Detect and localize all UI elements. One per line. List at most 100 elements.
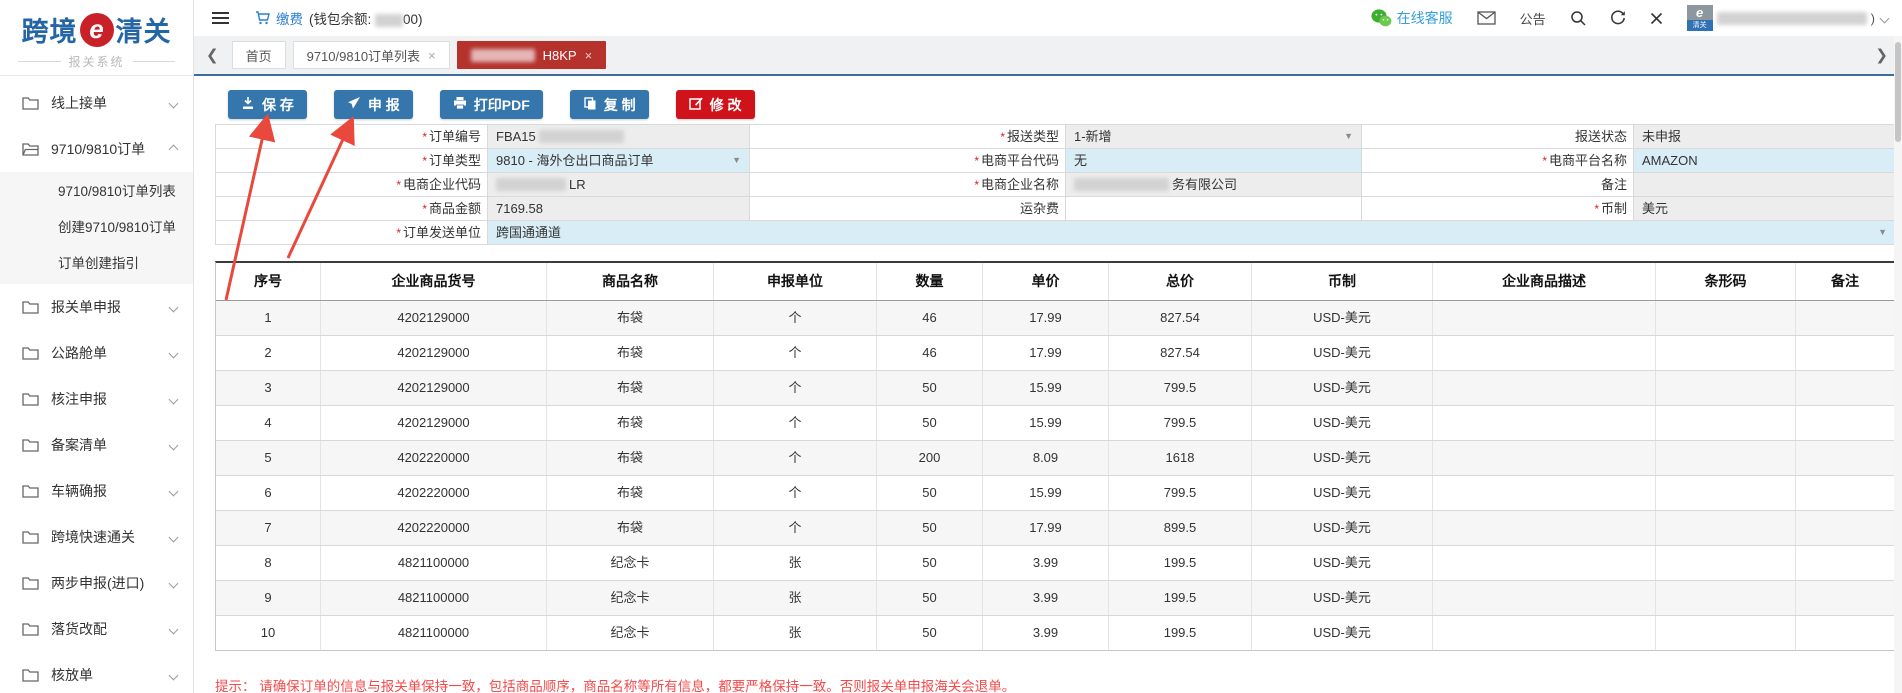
sidebar-item[interactable]: 跨境快速通关 (0, 514, 193, 560)
form-field-value[interactable]: 美元 (1634, 197, 1896, 221)
sidebar-item[interactable]: 两步申报(进口) (0, 560, 193, 606)
online-service-link[interactable]: 在线客服 (1371, 8, 1453, 28)
tab-close-icon[interactable]: × (585, 48, 593, 63)
table-cell: 4202129000 (321, 406, 547, 440)
tab-item[interactable]: H8KP× (457, 41, 607, 69)
table-row[interactable]: 94821100000纪念卡张503.99199.5USD-美元 (216, 581, 1894, 616)
table-row[interactable]: 44202129000布袋个5015.99799.5USD-美元 (216, 406, 1894, 441)
sidebar-item[interactable]: 报关单申报 (0, 284, 193, 330)
form-field-value[interactable] (1634, 173, 1896, 197)
form-field-label: *电商企业名称 (750, 173, 1066, 197)
form-field-value[interactable]: LR (488, 173, 750, 197)
sidebar-item[interactable]: 备案清单 (0, 422, 193, 468)
tabs-scroll-left-icon[interactable]: ❮ (200, 46, 225, 64)
form-field-value[interactable]: 未申报 (1634, 125, 1896, 149)
table-cell (1433, 371, 1656, 405)
tabs-scroll-right-icon[interactable]: ❯ (1869, 46, 1894, 64)
field-label-text: 备注 (1601, 177, 1627, 192)
chevron-down-icon (169, 440, 179, 450)
dropdown-arrow-icon[interactable]: ▼ (1344, 125, 1353, 148)
form-field-value[interactable]: 1-新增▼ (1066, 125, 1362, 149)
table-header-cell: 企业商品描述 (1433, 263, 1656, 300)
wechat-icon (1371, 9, 1392, 27)
edit-button[interactable]: 修 改 (676, 90, 755, 119)
form-field-value[interactable]: 务有限公司 (1066, 173, 1362, 197)
send-button[interactable]: 申 报 (334, 90, 413, 119)
field-label-text: 订单编号 (429, 129, 481, 144)
table-cell: 50 (877, 476, 983, 510)
sidebar-item[interactable]: 核注申报 (0, 376, 193, 422)
chevron-down-icon (169, 670, 179, 680)
print-button[interactable]: 打印PDF (440, 90, 543, 119)
table-row[interactable]: 54202220000布袋个2008.091618USD-美元 (216, 441, 1894, 476)
table-cell (1656, 546, 1796, 580)
table-cell (1656, 406, 1796, 440)
redacted-balance (375, 14, 403, 27)
table-cell: 布袋 (547, 406, 714, 440)
mail-icon[interactable] (1477, 11, 1496, 25)
table-row[interactable]: 14202129000布袋个4617.99827.54USD-美元 (216, 301, 1894, 336)
form-field-value[interactable]: 9810 - 海外仓出口商品订单 ▼ (488, 149, 750, 173)
search-icon[interactable] (1570, 10, 1586, 26)
sidebar-item[interactable]: 公路舱单 (0, 330, 193, 376)
user-account[interactable]: e 清关 ) (1687, 5, 1888, 31)
table-cell: 布袋 (547, 476, 714, 510)
sidebar-subitem[interactable]: 订单创建指引 (0, 246, 193, 282)
copy-button[interactable]: 复 制 (570, 90, 649, 119)
table-cell: 2 (216, 336, 321, 370)
pay-group[interactable]: 缴费 (钱包余额: 00) (255, 8, 423, 28)
folder-icon (22, 392, 39, 406)
form-field-value[interactable]: 无 (1066, 149, 1362, 173)
table-cell: 4821100000 (321, 546, 547, 580)
table-cell: USD-美元 (1252, 371, 1433, 405)
table-header-cell: 申报单位 (714, 263, 877, 300)
sidebar-item[interactable]: 车辆确报 (0, 468, 193, 514)
table-cell (1656, 616, 1796, 650)
table-cell: 899.5 (1109, 511, 1252, 545)
pay-link[interactable]: 缴费 (276, 8, 303, 28)
dropdown-arrow-icon[interactable]: ▼ (1878, 221, 1887, 244)
menu-toggle-icon[interactable] (212, 12, 229, 24)
table-cell: 张 (714, 616, 877, 650)
brand-logo: 跨境 e 清关 报关系统 (0, 0, 193, 76)
sidebar-subitem[interactable]: 9710/9810订单列表 (0, 174, 193, 210)
table-row[interactable]: 34202129000布袋个5015.99799.5USD-美元 (216, 371, 1894, 406)
vertical-scrollbar[interactable] (1894, 36, 1902, 693)
table-row[interactable]: 74202220000布袋个5017.99899.5USD-美元 (216, 511, 1894, 546)
sidebar-item[interactable]: 落货改配 (0, 606, 193, 652)
form-field-value[interactable]: 7169.58 (488, 197, 750, 221)
save-button[interactable]: 保 存 (228, 90, 307, 119)
form-field-value[interactable]: AMAZON (1634, 149, 1896, 173)
folder-open-icon (22, 142, 39, 156)
table-cell: 799.5 (1109, 371, 1252, 405)
sidebar-item[interactable]: 核放单 (0, 652, 193, 693)
scrollbar-thumb[interactable] (1895, 42, 1901, 142)
table-row[interactable]: 104821100000纪念卡张503.99199.5USD-美元 (216, 616, 1894, 650)
table-cell (1656, 441, 1796, 475)
tab-item[interactable]: 9710/9810订单列表× (293, 41, 450, 69)
sidebar-item[interactable]: 9710/9810订单 (0, 126, 193, 172)
table-cell: 199.5 (1109, 546, 1252, 580)
form-field-value[interactable] (1066, 197, 1362, 221)
tab-close-icon[interactable]: × (428, 48, 436, 63)
sidebar-item[interactable]: 线上接单 (0, 80, 193, 126)
table-row[interactable]: 84821100000纪念卡张503.99199.5USD-美元 (216, 546, 1894, 581)
form-field-value[interactable]: FBA15 (488, 125, 750, 149)
field-value-text: 9810 - 海外仓出口商品订单 (496, 149, 653, 172)
dropdown-arrow-icon[interactable]: ▼ (732, 149, 741, 172)
table-row[interactable]: 24202129000布袋个4617.99827.54USD-美元 (216, 336, 1894, 371)
form-field-value[interactable]: 跨国通通道▼ (488, 221, 1896, 245)
table-cell: 46 (877, 301, 983, 335)
close-icon[interactable] (1650, 12, 1663, 25)
announcement-link[interactable]: 公告 (1520, 9, 1546, 28)
tab-bar: ❮ 首页 9710/9810订单列表×H8KP× ❯ (194, 36, 1902, 76)
sidebar-subitem[interactable]: 创建9710/9810订单 (0, 210, 193, 246)
order-form: *订单编号FBA15*报送类型1-新增▼报送状态未申报*订单类型9810 - 海… (215, 124, 1895, 245)
table-cell: 3.99 (983, 581, 1109, 615)
tab-home[interactable]: 首页 (232, 41, 286, 69)
tab-label: 首页 (246, 46, 272, 65)
table-row[interactable]: 64202220000布袋个5015.99799.5USD-美元 (216, 476, 1894, 511)
redacted-tab-text (471, 49, 535, 62)
table-cell: 4202220000 (321, 476, 547, 510)
refresh-icon[interactable] (1610, 10, 1626, 26)
